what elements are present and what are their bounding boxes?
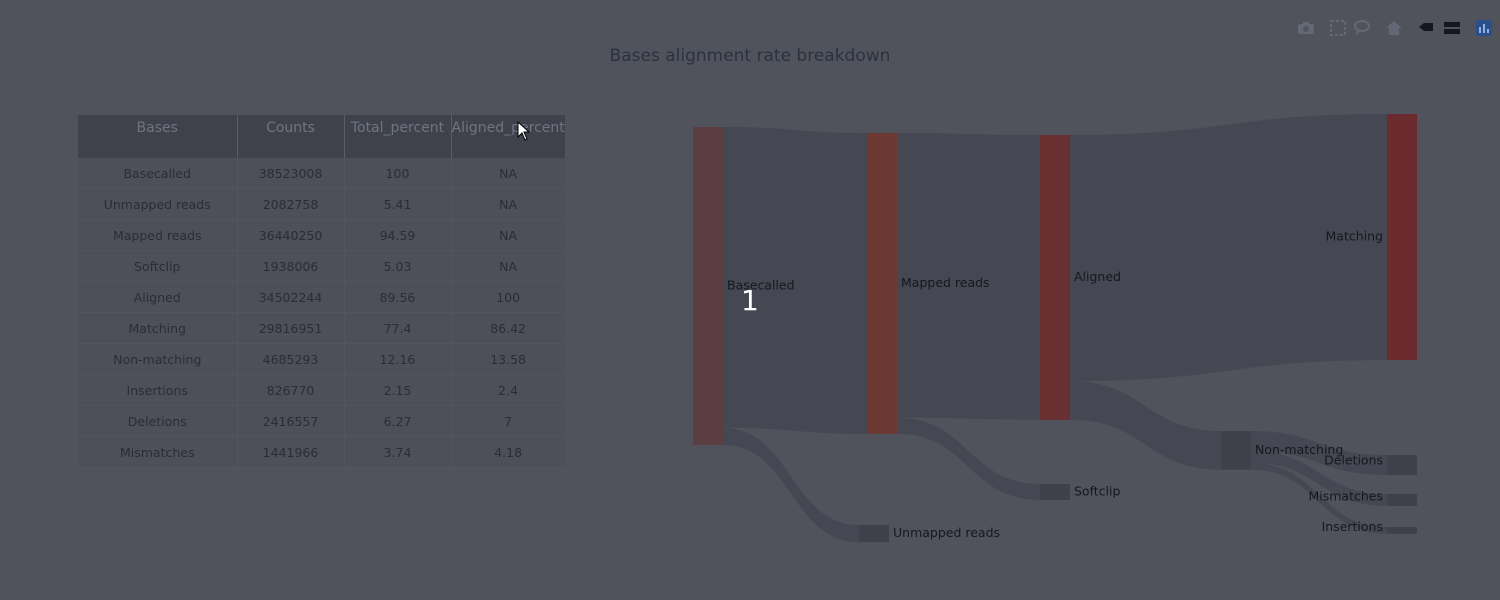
mouse-cursor-icon — [517, 121, 531, 141]
sankey-node-insertions[interactable] — [1387, 527, 1417, 534]
sankey-node-label-insertions: Insertions — [1322, 519, 1383, 534]
sankey-link-mapped-softclip[interactable] — [897, 417, 1040, 500]
sankey-node-matching[interactable] — [1387, 114, 1417, 361]
sankey-node-softclip[interactable] — [1040, 484, 1070, 500]
sankey-node-label-basecalled: Basecalled — [727, 278, 795, 293]
sankey-node-deletions[interactable] — [1387, 455, 1417, 475]
hover-annotation: 1 — [741, 284, 759, 317]
sankey-node-label-matching: Matching — [1326, 229, 1383, 244]
sankey-link-aligned-nonmatching[interactable] — [1070, 381, 1221, 470]
sankey-link-basecalled-unmapped[interactable] — [723, 427, 859, 543]
sankey-node-label-deletions: Deletions — [1324, 452, 1383, 467]
sankey-node-label-aligned: Aligned — [1074, 269, 1121, 284]
sankey-diagram: Basecalled Mapped reads Unmapped reads Alig… — [693, 114, 1417, 543]
sankey-node-label-mismatches: Mismatches — [1308, 488, 1383, 503]
sankey-node-unmapped[interactable] — [859, 525, 889, 543]
sankey-node-nonmatching[interactable] — [1221, 431, 1251, 470]
sankey-node-mapped[interactable] — [867, 133, 897, 434]
sankey-node-label-mapped: Mapped reads — [901, 275, 990, 290]
sankey-link-aligned-matching[interactable] — [1070, 114, 1387, 382]
sankey-node-label-unmapped: Unmapped reads — [893, 525, 1000, 540]
sankey-node-basecalled[interactable] — [693, 127, 723, 445]
sankey-node-aligned[interactable] — [1040, 135, 1070, 420]
sankey-node-mismatches[interactable] — [1387, 494, 1417, 506]
sankey-node-label-softclip: Softclip — [1074, 483, 1120, 498]
